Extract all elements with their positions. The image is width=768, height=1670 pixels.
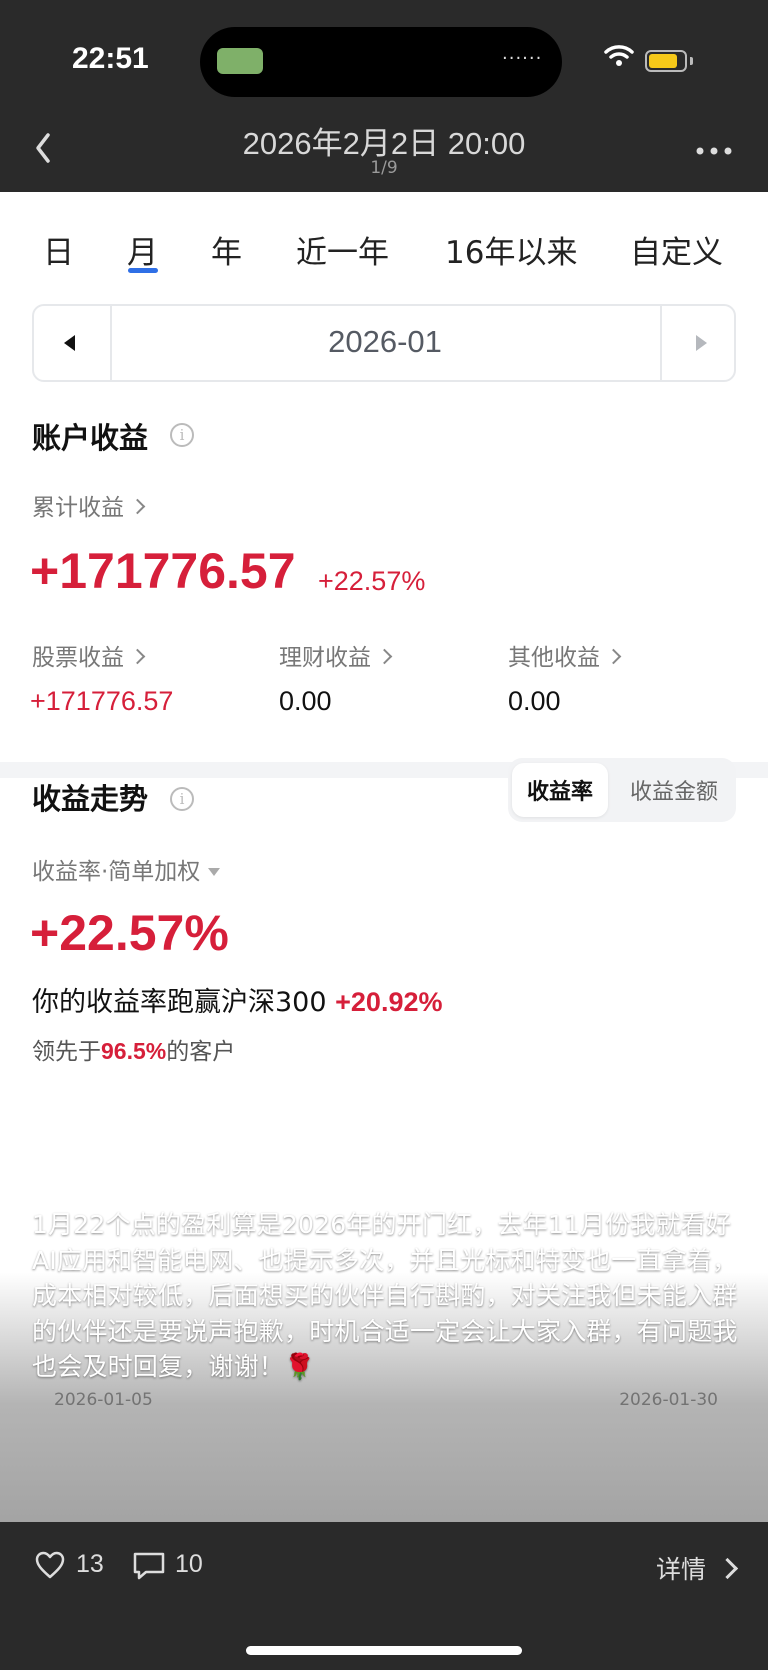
wealth-income-value: 0.00 bbox=[279, 686, 332, 716]
chevron-right-icon bbox=[129, 498, 146, 515]
island-dots: ······ bbox=[502, 48, 543, 69]
chevron-right-icon bbox=[716, 1557, 739, 1580]
chevron-right-icon bbox=[605, 648, 622, 665]
chevron-right-icon bbox=[129, 648, 146, 665]
month-value[interactable]: 2026-01 bbox=[110, 324, 660, 360]
caret-left-icon bbox=[64, 335, 75, 351]
more-icon[interactable] bbox=[694, 138, 734, 164]
screenshot-card: 日 月 年 近一年 16年以来 自定义 2026-01 账户收益 i 累计收益 … bbox=[0, 192, 768, 1522]
cumulative-income-label: 累计收益 bbox=[32, 495, 124, 521]
caret-right-icon bbox=[696, 335, 707, 351]
next-month-button[interactable] bbox=[660, 306, 736, 380]
beat-value: +20.92% bbox=[335, 987, 443, 1017]
other-income-link[interactable]: 其他收益 bbox=[508, 638, 622, 672]
account-income-title: 账户收益 bbox=[32, 421, 149, 455]
like-count: 13 bbox=[76, 1550, 104, 1578]
cumulative-income-link[interactable]: 累计收益 bbox=[32, 488, 146, 522]
tab-month[interactable]: 月 bbox=[127, 227, 158, 272]
chevron-right-icon bbox=[376, 648, 393, 665]
segment-amount[interactable]: 收益金额 bbox=[616, 774, 732, 806]
rank-text: 领先于96.5%的客户 bbox=[32, 1032, 235, 1066]
beat-index-text: 你的收益率跑赢沪深300 +20.92% bbox=[32, 980, 442, 1019]
post-caption: 1月22个点的盈利算是2026年的开门红，去年11月份我就看好AI应用和智能电网… bbox=[32, 1210, 738, 1381]
trend-title: 收益走势 bbox=[32, 782, 149, 816]
x-tick-start: 2026-01-05 bbox=[54, 1390, 153, 1410]
nav-title: 2026年2月2日 20:00 bbox=[242, 126, 526, 161]
battery-icon bbox=[645, 50, 687, 72]
nav-page-counter: 1/9 bbox=[370, 158, 398, 178]
caret-down-icon bbox=[208, 868, 221, 876]
status-time: 22:51 bbox=[72, 42, 149, 75]
cumulative-income-pct: +22.57% bbox=[318, 566, 426, 596]
home-indicator bbox=[246, 1646, 522, 1655]
other-income-label: 其他收益 bbox=[508, 645, 600, 671]
bottom-bar: 13 10 详情 bbox=[0, 1522, 768, 1670]
tab-custom[interactable]: 自定义 bbox=[630, 227, 723, 272]
segment-control: 收益率 收益金额 bbox=[508, 758, 736, 822]
month-picker: 2026-01 bbox=[32, 304, 736, 382]
info-icon[interactable]: i bbox=[170, 787, 194, 811]
rank-value: 96.5% bbox=[101, 1038, 167, 1064]
rank-suffix: 的客户 bbox=[166, 1039, 236, 1065]
stock-income-value: +171776.57 bbox=[30, 686, 174, 716]
heart-icon[interactable] bbox=[34, 1550, 66, 1580]
prev-month-button[interactable] bbox=[34, 306, 112, 380]
cumulative-income-value: +171776.57 bbox=[30, 543, 296, 599]
battery-tip bbox=[690, 57, 693, 65]
x-tick-end: 2026-01-30 bbox=[619, 1390, 718, 1410]
stock-income-link[interactable]: 股票收益 bbox=[32, 638, 146, 672]
tab-active-indicator bbox=[128, 268, 158, 273]
stock-income-label: 股票收益 bbox=[32, 645, 124, 671]
island-app-icon bbox=[217, 48, 263, 74]
rate-value: +22.57% bbox=[30, 905, 229, 961]
wealth-income-link[interactable]: 理财收益 bbox=[279, 638, 393, 672]
beat-label: 你的收益率跑赢沪深300 bbox=[32, 987, 327, 1018]
method-label: 收益率·简单加权 bbox=[32, 859, 201, 885]
tab-since-16[interactable]: 16年以来 bbox=[445, 227, 577, 272]
tab-year[interactable]: 年 bbox=[211, 227, 242, 272]
comment-icon[interactable] bbox=[132, 1550, 166, 1580]
info-icon[interactable]: i bbox=[170, 423, 194, 447]
other-income-value: 0.00 bbox=[508, 686, 561, 716]
tab-day[interactable]: 日 bbox=[43, 227, 74, 272]
detail-link[interactable]: 详情 bbox=[656, 1550, 706, 1586]
rank-prefix: 领先于 bbox=[32, 1039, 101, 1065]
segment-rate[interactable]: 收益率 bbox=[512, 774, 608, 806]
wifi-icon bbox=[604, 45, 634, 66]
wealth-income-label: 理财收益 bbox=[279, 645, 371, 671]
method-selector[interactable]: 收益率·简单加权 bbox=[32, 852, 221, 886]
comment-count: 10 bbox=[175, 1550, 203, 1578]
tab-last-year[interactable]: 近一年 bbox=[296, 227, 389, 272]
